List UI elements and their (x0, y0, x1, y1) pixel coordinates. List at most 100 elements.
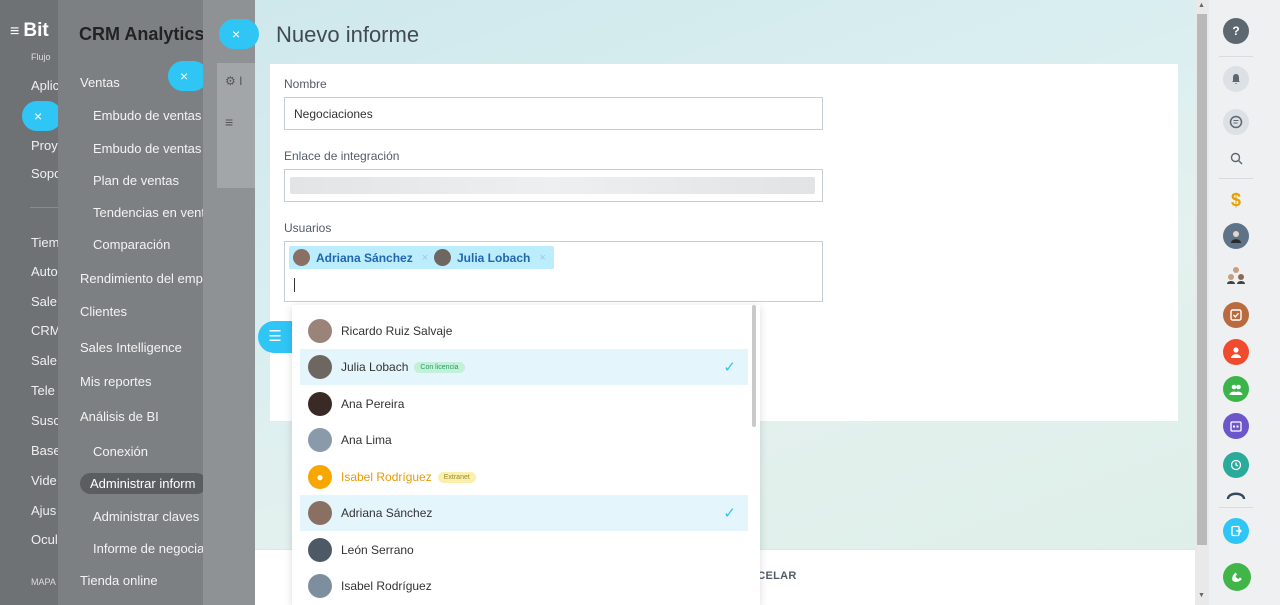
call-icon[interactable] (1223, 563, 1251, 591)
app-logo[interactable]: ≡ Bit (10, 20, 49, 42)
sales-icon[interactable]: $ (1223, 187, 1249, 213)
drive-icon[interactable] (1223, 518, 1249, 544)
crm-menu-item[interactable]: Administrar claves (93, 509, 199, 524)
crm-menu-item[interactable]: Informe de negocia (93, 541, 203, 556)
nav-item[interactable]: Proy (31, 138, 58, 153)
crm-menu-item[interactable]: Tienda online (80, 573, 158, 588)
underlying-page: ⚙ I ≡ (203, 0, 255, 605)
nav-item[interactable]: Vide (31, 473, 57, 488)
help-icon[interactable]: ? (1223, 18, 1249, 44)
crm-menu-item[interactable]: Plan de ventas (93, 173, 179, 188)
crm-menu-item[interactable]: Análisis de BI (80, 409, 159, 424)
nav-item[interactable]: Sopo (31, 166, 58, 181)
nav-item[interactable]: Flujo (31, 52, 51, 62)
text-caret (294, 278, 295, 292)
slider-scrollbar[interactable]: ▲ ▼ (1195, 0, 1209, 605)
meeting-icon[interactable] (1223, 485, 1249, 503)
scroll-up-icon[interactable]: ▲ (1198, 2, 1205, 9)
crm-menu-item[interactable]: Ventas (80, 75, 120, 90)
scroll-down-icon[interactable]: ▼ (1198, 592, 1205, 599)
nav-item[interactable]: Sale (31, 353, 57, 368)
users-selector[interactable]: Adriana Sánchez × Julia Lobach × (284, 241, 823, 302)
user-option[interactable]: Ricardo Ruiz Salvaje (300, 313, 748, 349)
user-avatar[interactable] (1223, 223, 1249, 249)
calendar-icon[interactable] (1223, 413, 1249, 439)
list-icon[interactable]: ≡ (225, 114, 233, 130)
slider-close-button[interactable]: × (219, 19, 259, 49)
chat-tab-icon[interactable]: ☰ (258, 321, 292, 353)
crm-menu-item[interactable]: Embudo de ventas (93, 108, 201, 123)
nav-item[interactable]: Tiem (31, 235, 58, 250)
avatar (308, 501, 332, 525)
nav-divider (30, 207, 58, 208)
nav-item[interactable]: Aplic (31, 78, 58, 93)
nav-item[interactable]: Base (31, 443, 58, 458)
user-tag: Julia Lobach × (430, 246, 554, 269)
avatar (308, 428, 332, 452)
nav-item[interactable]: Ocul (31, 532, 58, 547)
default-user-icon: ● (308, 465, 332, 489)
crm-menu-item[interactable]: Embudo de ventas (93, 141, 201, 156)
search-icon[interactable] (1223, 145, 1249, 171)
rail-divider (1219, 56, 1253, 57)
contact-icon[interactable] (1223, 339, 1249, 365)
license-badge: Con licencia (414, 361, 465, 373)
slider-title: Nuevo informe (276, 22, 420, 47)
nav-item[interactable]: Auto (31, 264, 58, 279)
notifications-icon[interactable] (1223, 66, 1249, 92)
chat-icon[interactable] (1223, 109, 1249, 135)
tasks-icon[interactable] (1223, 302, 1249, 328)
nav-item-map[interactable]: MAPA (31, 577, 56, 587)
crm-menu-title: CRM Analytics (79, 24, 203, 44)
user-option[interactable]: León Serrano (300, 532, 748, 568)
user-option[interactable]: Isabel Rodríguez (300, 568, 748, 604)
user-tag-name: Julia Lobach (457, 250, 531, 265)
group-avatar[interactable] (1223, 262, 1249, 288)
scrollbar-thumb[interactable] (1197, 14, 1207, 545)
user-tag-name: Adriana Sánchez (316, 250, 413, 265)
crm-menu-item[interactable]: Mis reportes (80, 374, 152, 389)
integration-link-field[interactable] (284, 169, 823, 202)
crm-menu-item[interactable]: Rendimiento del emp (80, 271, 203, 286)
nav-item[interactable]: Ajus (31, 503, 56, 518)
crm-menu-item[interactable]: Tendencias en vent (93, 205, 203, 220)
name-label: Nombre (284, 77, 327, 91)
right-rail: ? $ (1209, 0, 1280, 605)
remove-tag-icon[interactable]: × (422, 252, 428, 264)
users-label: Usuarios (284, 221, 332, 235)
user-option-name: León Serrano (341, 543, 414, 557)
team-icon[interactable] (1223, 376, 1249, 402)
avatar (434, 249, 451, 266)
dropdown-scrollbar[interactable] (752, 305, 756, 427)
crm-menu-item[interactable]: Conexión (93, 444, 148, 459)
app-left-nav: ≡ Bit Flujo Aplic × Proy Sopo Tiem Auto S… (0, 0, 58, 605)
crm-menu-item[interactable]: Clientes (80, 304, 127, 319)
avatar (308, 574, 332, 598)
logo-text: Bit (23, 20, 49, 41)
nav-item[interactable]: Sale (31, 294, 57, 309)
nav-item[interactable]: Susc (31, 413, 58, 428)
avatar (308, 355, 332, 379)
menu-icon[interactable]: ≡ (10, 23, 19, 40)
user-option-selected[interactable]: Julia Lobach Con licencia ✓ (300, 349, 748, 385)
crm-menu-item[interactable]: Comparación (93, 237, 170, 252)
gear-icon[interactable]: ⚙ I (225, 74, 242, 88)
schedule-icon[interactable] (1223, 452, 1249, 478)
user-option-name: Isabel Rodríguez (341, 579, 432, 593)
nav-item[interactable]: Tele (31, 383, 55, 398)
close-menu-icon[interactable]: × (22, 101, 58, 131)
crm-menu-item-active[interactable]: Administrar inform (80, 473, 203, 494)
remove-tag-icon[interactable]: × (539, 252, 545, 264)
close-crm-menu-icon[interactable]: × (168, 61, 203, 91)
name-input[interactable] (284, 97, 823, 130)
crm-menu-item[interactable]: Sales Intelligence (80, 340, 182, 355)
user-option-name: Adriana Sánchez (341, 506, 433, 520)
user-option[interactable]: ● Isabel Rodríguez Extranet (300, 459, 748, 495)
user-option-name: Julia Lobach (341, 360, 409, 374)
user-option[interactable]: Ana Pereira (300, 386, 748, 422)
rail-divider (1219, 507, 1253, 508)
underlying-toolbar-text: I (239, 74, 243, 88)
nav-item[interactable]: CRM (31, 323, 58, 338)
user-option-selected[interactable]: Adriana Sánchez ✓ (300, 495, 748, 531)
user-option[interactable]: Ana Lima (300, 422, 748, 458)
